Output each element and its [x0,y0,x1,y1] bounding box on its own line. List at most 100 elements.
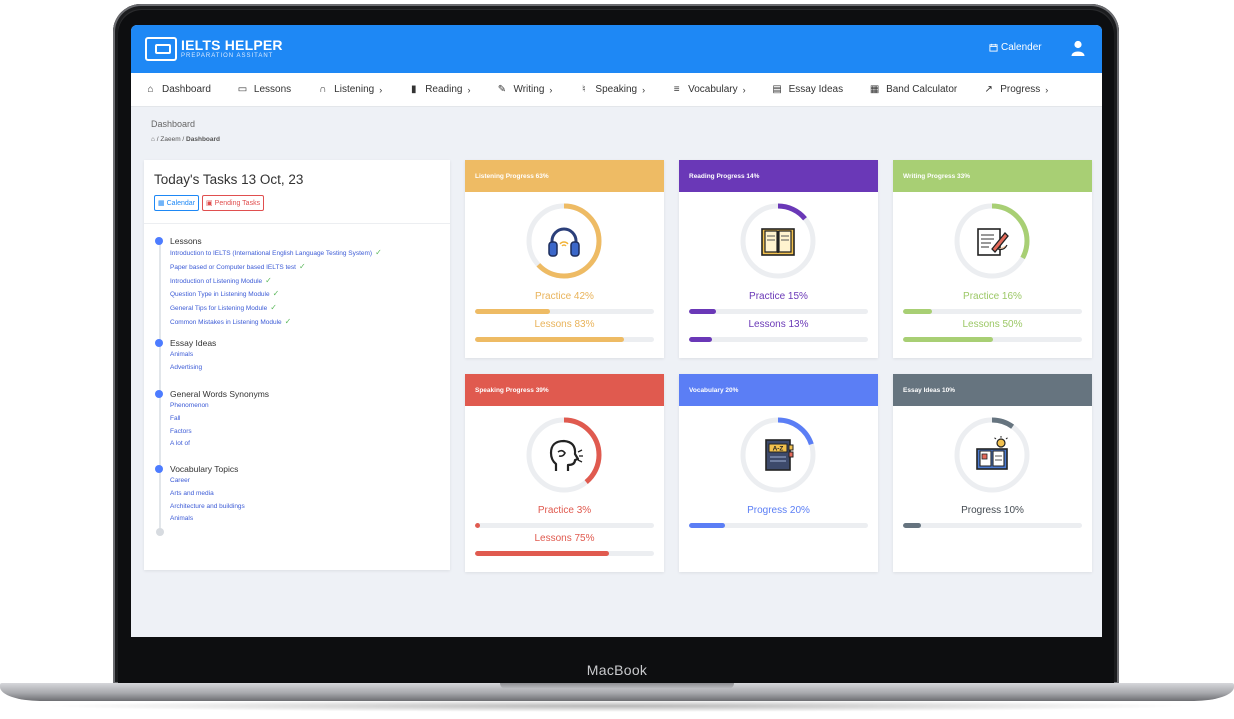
home-icon[interactable]: ⌂ [151,136,155,143]
progress-label: Lessons 13% [748,319,809,330]
task-link[interactable]: Common Mistakes in Listening Module ✓ [170,316,382,330]
chevron-right-icon: › [642,84,646,95]
progress-label: Practice 3% [537,505,592,516]
nav-item-vocabulary[interactable]: ≡ Vocabulary › [671,84,746,95]
task-link[interactable]: Arts and media [170,488,245,501]
task-link[interactable]: General Tips for Listening Module ✓ [170,302,382,316]
task-link[interactable]: Animals [170,513,245,526]
task-link[interactable]: Career [170,475,245,488]
timeline-dot [155,465,163,473]
nav-item-label: Vocabulary [688,84,738,95]
timeline-dot [155,390,163,398]
progress-bar-fill [903,337,993,342]
nav-item-progress[interactable]: ↗ Progress › [983,84,1049,95]
progress-bar-fill [475,309,551,314]
progress-label: Progress 20% [747,505,810,516]
nav-item-band-calculator[interactable]: ▦ Band Calculator [869,84,957,95]
nav-item-lessons[interactable]: ▭ Lessons [237,84,291,95]
progress-card[interactable]: Speaking Progress 39% Practice 3% Lessons… [465,374,664,572]
calendar-icon: ▦ [158,200,165,207]
check-icon: ✓ [375,248,382,257]
chevron-right-icon: › [379,84,383,95]
progress-bar [903,309,1082,314]
progress-bar-fill [903,523,921,528]
home-icon: ⌂ [147,84,154,95]
nav-item-listening[interactable]: ∩ Listening › [317,84,382,95]
check-icon: ✓ [298,261,306,271]
chevron-right-icon: › [742,84,746,95]
progress-label: Lessons 75% [534,533,595,544]
main-nav: ⌂ Dashboard ▭ Lessons ∩ Listening › ▮ Reading › ✎ W… [131,73,1102,107]
calendar-link[interactable]: Calender [989,42,1042,53]
document-icon: ▤ [772,84,782,95]
task-link[interactable]: Advertising [170,362,216,375]
progress-bar-fill [475,337,624,342]
progress-bar-fill [475,523,481,528]
task-link[interactable]: Paper based or Computer based IELTS test… [170,261,382,275]
breadcrumb-current: Dashboard [186,136,220,143]
task-link[interactable]: Introduction to IELTS (International Eng… [170,247,382,261]
edit-icon: ✎ [497,84,507,95]
calendar-icon [989,43,998,52]
progress-card[interactable]: Listening Progress 63% Practice 42% Lesso… [465,160,664,358]
pending-tasks-button[interactable]: ▣ Pending Tasks [202,195,265,211]
progress-card[interactable]: Vocabulary 20% A-Z Progress 20% [679,374,878,572]
app-logo[interactable]: IELTS HELPER PREPARATION ASSITANT [145,31,283,67]
check-icon: ✓ [284,316,292,326]
app-screen: IELTS HELPER PREPARATION ASSITANT Calend… [131,25,1102,637]
task-link[interactable]: Fall [170,413,269,426]
user-icon[interactable] [1071,40,1085,56]
task-link[interactable]: Introduction of Listening Module ✓ [170,275,382,289]
progress-card-title: Listening Progress 63% [465,160,664,192]
progress-card[interactable]: Essay Ideas 10% Progress 10% [893,374,1092,572]
nav-item-reading[interactable]: ▮ Reading › [408,84,471,95]
progress-card-title: Vocabulary 20% [679,374,878,406]
logo-title: IELTS HELPER [181,37,283,53]
progress-bar [475,337,654,342]
nav-item-label: Dashboard [162,84,211,95]
progress-bar [475,551,654,556]
timeline-dot [155,339,163,347]
chevron-right-icon: › [467,84,471,95]
progress-bar [689,309,868,314]
task-link[interactable]: Factors [170,426,269,439]
progress-card[interactable]: Writing Progress 33% Practice 16% Lessons… [893,160,1092,358]
progress-bar-fill [903,309,932,314]
progress-card-title: Writing Progress 33% [893,160,1092,192]
calendar-button[interactable]: ▦ Calendar [154,195,200,211]
progress-label: Practice 15% [749,291,808,302]
task-link[interactable]: Animals [170,349,216,362]
task-group: Lessons Introduction to IELTS (Internatio… [155,236,382,330]
top-bar: IELTS HELPER PREPARATION ASSITANT Calend… [131,25,1102,73]
nav-item-label: Progress [1000,84,1041,95]
laptop-notch [500,683,734,689]
nav-item-label: Essay Ideas [788,84,844,95]
progress-bar [903,523,1082,528]
task-link[interactable]: A lot of [170,438,269,451]
progress-card[interactable]: Reading Progress 14% Practice 15% Lessons… [679,160,878,358]
book-icon [761,228,795,256]
nav-item-dashboard[interactable]: ⌂ Dashboard [145,84,211,95]
task-link[interactable]: Phenomenon [170,400,269,413]
progress-label: Lessons 83% [534,319,595,330]
nav-item-essay-ideas[interactable]: ▤ Essay Ideas [772,84,843,95]
progress-bar [475,309,654,314]
task-link[interactable]: Architecture and buildings [170,501,245,514]
nav-item-writing[interactable]: ✎ Writing › [496,84,553,95]
book-icon: ▮ [410,84,417,95]
progress-bar-fill [689,337,713,342]
task-group-title: Essay Ideas [170,338,217,348]
breadcrumb-user[interactable]: Zaeem [160,136,180,143]
progress-card-title: Reading Progress 14% [679,160,878,192]
trend-icon: ↗ [984,84,993,95]
nav-item-speaking[interactable]: ♮ Speaking › [578,84,645,95]
progress-bar [475,523,654,528]
task-group: Essay Ideas Animals Advertising [155,338,216,375]
page-title: Dashboard [151,119,196,129]
task-link[interactable]: Question Type in Listening Module ✓ [170,288,382,302]
progress-card-title: Speaking Progress 39% [465,374,664,406]
nav-item-label: Band Calculator [886,84,958,95]
breadcrumb: ⌂ / Zaeem / Dashboard [151,136,220,143]
progress-bar-fill [475,551,610,556]
nav-item-label: Writing [513,84,545,95]
